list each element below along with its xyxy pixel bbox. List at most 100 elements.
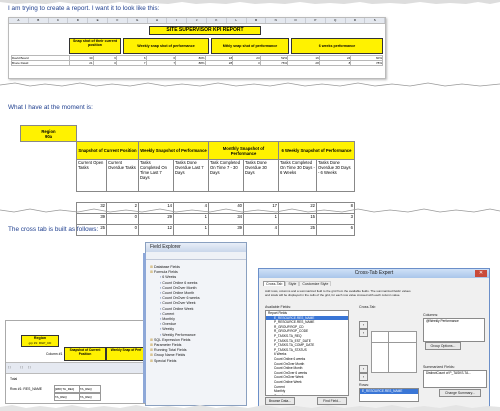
available-fields-label: Available Fields: <box>265 305 292 309</box>
design-column-label: Column #1 <box>46 352 63 356</box>
subheader: Tasks Done Overdue 30 Days - 6 Weeks <box>316 159 355 192</box>
find-field-button[interactable]: Find Field... <box>317 397 347 405</box>
excel-column-letter: L <box>227 18 247 23</box>
available-fields-list[interactable]: Report Fields E_RESOURCE.RES_NAME P_RESOUR… <box>265 310 349 396</box>
add-column-button[interactable]: › <box>359 321 368 329</box>
table-cell: 1 <box>243 213 279 225</box>
field-tree-label: Database Fields <box>154 265 180 269</box>
rows-list[interactable]: E_RESOURCE.RES_NAME <box>359 388 419 402</box>
design-row-label: Row #1: RES_NAME <box>10 387 43 391</box>
group-header-weekly: Weekly Snapshot of Performance <box>138 141 209 160</box>
crosstab-titlebar: Cross-Tab Expert ✕ <box>259 269 489 278</box>
table-row: 39 0 29 1 34 1 15 3 <box>21 213 355 225</box>
table-row: Bruce David 21 0 7 7 88% 28 3 76% 28 8 7… <box>10 60 383 66</box>
field-tree-label: Weekly <box>162 327 174 332</box>
design-cell: TA_REQ <box>54 393 80 401</box>
excel-column-letter: S <box>365 18 386 23</box>
field-tree-label: Count OnOver 6 weeks <box>162 296 200 301</box>
table-cell: 0 <box>106 213 139 225</box>
target-report-table: David Board 30 6 6 6 80% 18 23 52% 16 24… <box>10 55 383 66</box>
field-tree-item[interactable]: ⊞ Special Fields <box>150 359 200 364</box>
field-tree-label: Count Online 6 weeks <box>162 280 198 285</box>
change-summary-button[interactable]: Change Summary... <box>439 389 481 397</box>
design-total-label: Total <box>10 377 18 381</box>
columns-list[interactable]: @Weekly Performance <box>423 318 485 342</box>
available-field-item[interactable]: Overdue <box>266 394 348 395</box>
crosstab-expert-dialog: Cross-Tab Expert ✕ Cross-Tab Style Custo… <box>258 268 490 410</box>
field-tree-label: Count Online Week <box>162 306 194 311</box>
field-tree-label: Overdue <box>162 322 177 327</box>
excel-column-letter: I <box>167 18 188 23</box>
table-cell: 7 <box>115 60 147 66</box>
table-cell: 6 <box>316 224 355 236</box>
table-cell: 29 <box>138 213 174 225</box>
excel-column-letter: B <box>29 18 49 23</box>
table-cell: 34 <box>208 213 244 225</box>
design-cell: TA_REQ <box>79 385 101 393</box>
table-cell: Bruce David <box>10 60 71 66</box>
tab-customize-style[interactable]: Customize Style <box>299 281 332 286</box>
field-tree-label: Special Fields <box>154 358 177 363</box>
torn-edge-bottom <box>0 405 500 411</box>
excel-column-letter: M <box>247 18 267 23</box>
field-explorer-strip <box>143 253 146 403</box>
columns-value[interactable]: @Weekly Performance <box>424 319 484 324</box>
table-cell: 0 <box>106 224 139 236</box>
summarized-fields-list[interactable]: DistinctCount of P_TASKS.TA... <box>423 370 487 388</box>
tab-crosstab[interactable]: Cross-Tab <box>263 281 286 286</box>
table-cell: 4 <box>243 224 279 236</box>
excel-column-letter: R <box>346 18 366 23</box>
excel-column-letter: A <box>9 18 29 23</box>
design-snapshot-box: Snapshot of Current Position <box>64 347 106 361</box>
browse-data-button[interactable]: Browse Data... <box>265 397 295 405</box>
excel-column-letter: O <box>286 18 306 23</box>
field-tree-label: Count Online Month <box>162 291 195 296</box>
intro-text: I am trying to create a report. I want i… <box>8 5 160 12</box>
group-header-monthly: Monthly Snapshot of Performance <box>208 141 279 160</box>
excel-column-letter: N <box>266 18 287 23</box>
design-region-box: Region grp #1: RGP_CD <box>21 335 59 347</box>
rows-value[interactable]: E_RESOURCE.RES_NAME <box>360 389 418 394</box>
field-tree-label: SQL Expression Fields <box>154 337 191 342</box>
field-tree-label: Monthly <box>162 317 175 322</box>
excel-column-letter: P <box>306 18 326 23</box>
crosstab-description: Add rows, columns and a summarized field… <box>265 289 411 297</box>
region-header: Region 90a <box>20 125 77 142</box>
remove-column-button[interactable]: ‹ <box>359 329 368 337</box>
target-header-6weeks: 6 weeks performance <box>291 38 383 54</box>
subheader: Tasks Completed On Time 30 Days - 6 Week… <box>278 159 317 192</box>
table-cell: 8 <box>318 60 352 66</box>
excel-column-headers: ABCDEFGHIJKLMNOPQRS <box>9 18 386 24</box>
design-cell: TA_REQ <box>79 393 101 401</box>
add-row-button[interactable]: › <box>359 365 368 373</box>
field-tree[interactable]: ⊞ Database Fields ⊞ Formula Fields ▪ 6 Wee… <box>150 265 200 364</box>
excel-column-letter: Q <box>326 18 346 23</box>
table-cell: 21 <box>69 60 94 66</box>
summarized-value[interactable]: DistinctCount of P_TASKS.TA... <box>424 371 486 376</box>
group-options-button-columns[interactable]: Group Options... <box>425 342 461 350</box>
summarized-fields-label: Summarized Fields: <box>423 365 455 369</box>
subheader: Tasks Done Overdue Last 7 Days <box>173 159 209 192</box>
table-cell: 76% <box>259 60 289 66</box>
crosstab-section-label: Cross-Tab <box>359 305 376 309</box>
field-explorer-title: Field Explorer <box>150 244 181 250</box>
torn-edge-1 <box>0 82 500 87</box>
excel-column-letter: C <box>49 18 69 23</box>
current-report-table: Region 90a Snapshot of Current Position W… <box>20 125 355 236</box>
table-cell: 7 <box>145 60 177 66</box>
table-cell: 12 <box>138 224 174 236</box>
design-region-sub: grp #1: RGP_CD <box>28 340 52 345</box>
field-tree-label: Formula Fields <box>154 270 178 275</box>
field-tree-label: Group Name Fields <box>154 353 186 358</box>
excel-column-letter: H <box>148 18 168 23</box>
design-cell: [###] TA_REQ <box>54 385 80 393</box>
crosstab-text: The cross tab is built as follows: <box>8 226 99 233</box>
rows-label: Rows: <box>359 383 369 387</box>
remove-row-button[interactable]: ‹ <box>359 373 368 381</box>
table-cell: 78% <box>350 60 383 66</box>
tab-style[interactable]: Style <box>285 281 300 286</box>
close-icon[interactable]: ✕ <box>475 270 487 277</box>
columns-label: Columns: <box>423 313 439 317</box>
design-header-strip-text: [ ] [ ] [ ] <box>8 365 31 369</box>
target-report-title: SITE SUPERVISOR KPI REPORT <box>149 26 261 35</box>
